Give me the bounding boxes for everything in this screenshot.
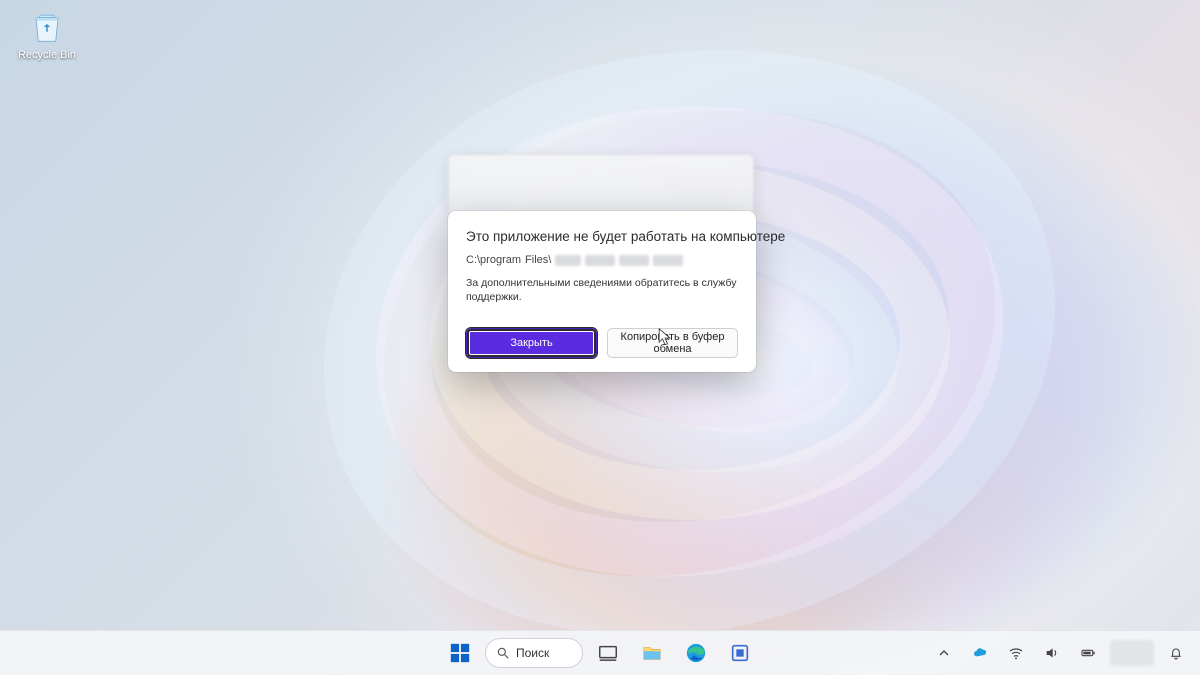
recycle-bin-label: Recycle Bin [18,49,76,61]
chevron-up-icon [936,645,952,661]
tray-overflow-button[interactable] [930,635,958,671]
close-button[interactable]: Закрыть [466,328,597,358]
dialog-path: C:\program Files\ [466,254,738,266]
dialog-message: За дополнительными сведениями обратитесь… [466,276,738,304]
dialog-path-redacted-1 [555,255,581,266]
notifications-tray-button[interactable] [1162,635,1190,671]
app-icon [729,642,751,664]
wifi-tray-button[interactable] [1002,635,1030,671]
taskbar-center: Поиск [441,631,759,675]
system-tray [930,631,1190,675]
background-window-chrome [448,154,754,216]
volume-tray-button[interactable] [1038,635,1066,671]
copy-to-clipboard-button[interactable]: Копировать в буфер обмена [607,328,738,358]
error-dialog: Это приложение не будет работать на комп… [448,211,756,372]
speaker-icon [1044,645,1060,661]
taskbar-app-button[interactable] [721,635,759,671]
taskbar-search[interactable]: Поиск [485,638,583,668]
recycle-bin-icon [28,8,66,46]
recycle-bin-desktop-icon[interactable]: Recycle Bin [12,8,82,61]
search-icon [496,646,510,660]
dialog-path-mid: Files\ [525,254,551,266]
dialog-path-redacted-4 [653,255,683,266]
taskbar-search-label: Поиск [516,646,549,660]
dialog-path-redacted-2 [585,255,615,266]
taskbar: Поиск [0,630,1200,675]
battery-icon [1080,645,1096,661]
wifi-icon [1008,645,1024,661]
battery-tray-button[interactable] [1074,635,1102,671]
file-explorer-icon [641,642,663,664]
dialog-button-row: Закрыть Копировать в буфер обмена [466,328,738,358]
dialog-path-prefix: C:\program [466,254,521,266]
dialog-path-redacted-3 [619,255,649,266]
windows-logo-icon [449,642,471,664]
start-button[interactable] [441,635,479,671]
onedrive-tray-button[interactable] [966,635,994,671]
bell-icon [1168,645,1184,661]
edge-browser-button[interactable] [677,635,715,671]
dialog-title: Это приложение не будет работать на комп… [466,229,738,244]
task-view-icon [597,642,619,664]
edge-icon [685,642,707,664]
taskbar-clock-redacted[interactable] [1110,640,1154,666]
file-explorer-button[interactable] [633,635,671,671]
task-view-button[interactable] [589,635,627,671]
cloud-icon [972,645,988,661]
